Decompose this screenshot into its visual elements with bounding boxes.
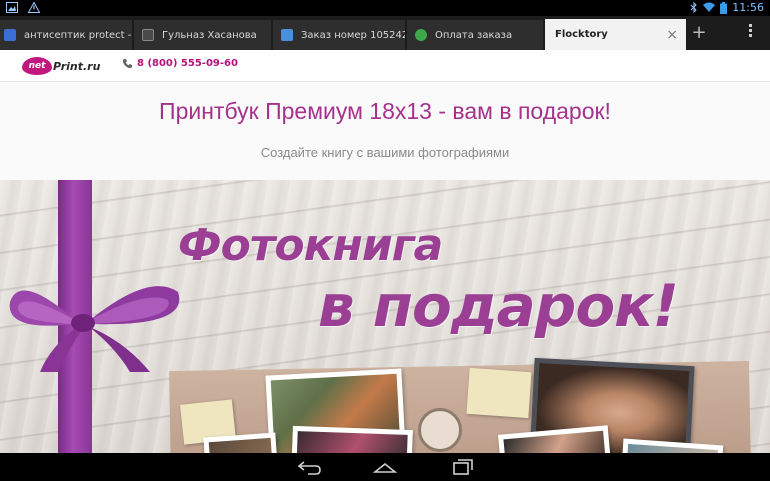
browser-tab-strip: антисептик protect - По... Гульназ Хасан… <box>0 16 770 50</box>
logo-net: net <box>22 57 52 75</box>
tab-label: антисептик protect - По... <box>24 29 132 41</box>
tab-flocktory[interactable]: Flocktory × <box>545 19 686 50</box>
vk-icon <box>142 29 154 41</box>
battery-icon <box>720 1 728 14</box>
promo-title: Принтбук Премиум 18х13 - вам в подарок! <box>159 98 611 124</box>
tab-label: Flocktory <box>555 29 608 40</box>
site-header: net Print.ru 8 (800) 555-09-60 <box>0 50 770 82</box>
status-bar: 11:56 <box>0 0 770 16</box>
photobook-banner[interactable]: Фотокнига в подарок! <box>0 180 770 453</box>
tab-label: Заказ номер 10524289 ... <box>301 29 405 41</box>
system-nav-bar <box>0 453 770 481</box>
banner-headline-2: в подарок! <box>318 272 679 340</box>
phone-icon <box>122 59 132 69</box>
new-tab-button[interactable]: + <box>688 22 710 46</box>
google-icon <box>4 29 16 41</box>
photo-small <box>291 425 413 453</box>
web-content: net Print.ru 8 (800) 555-09-60 Принтбук … <box>0 50 770 453</box>
tab-order[interactable]: Заказ номер 10524289 ... <box>273 20 405 50</box>
clock: 11:56 <box>732 1 764 14</box>
mail-icon <box>281 29 293 41</box>
recent-apps-icon[interactable] <box>450 458 476 476</box>
phone-number[interactable]: 8 (800) 555-09-60 <box>122 58 238 69</box>
banner-headline-1: Фотокнига <box>178 220 443 271</box>
wifi-icon <box>703 2 716 12</box>
bluetooth-icon <box>690 2 698 13</box>
logo-print: Print.ru <box>53 59 101 73</box>
back-icon[interactable] <box>296 458 322 476</box>
compass-icon <box>418 408 462 452</box>
netprint-logo[interactable]: net Print.ru <box>22 56 100 76</box>
payment-icon <box>415 29 427 41</box>
tab-label: Оплата заказа <box>435 29 513 41</box>
close-icon[interactable]: × <box>666 27 678 43</box>
sticky-note <box>466 367 532 419</box>
picture-icon <box>6 2 18 13</box>
phone-text: 8 (800) 555-09-60 <box>137 58 238 69</box>
tab-vk[interactable]: Гульназ Хасанова <box>134 20 271 50</box>
tab-antiseptik[interactable]: антисептик protect - По... <box>0 20 132 50</box>
tab-payment[interactable]: Оплата заказа <box>407 20 543 50</box>
home-icon[interactable] <box>372 458 398 476</box>
promo-subtitle: Создайте книгу с вашими фотографиями <box>260 145 510 160</box>
overflow-menu-icon[interactable] <box>746 24 754 42</box>
promo-section: Принтбук Премиум 18х13 - вам в подарок! … <box>0 82 770 180</box>
warning-icon <box>28 2 40 13</box>
bow-icon <box>9 286 180 372</box>
tab-label: Гульназ Хасанова <box>162 29 257 41</box>
